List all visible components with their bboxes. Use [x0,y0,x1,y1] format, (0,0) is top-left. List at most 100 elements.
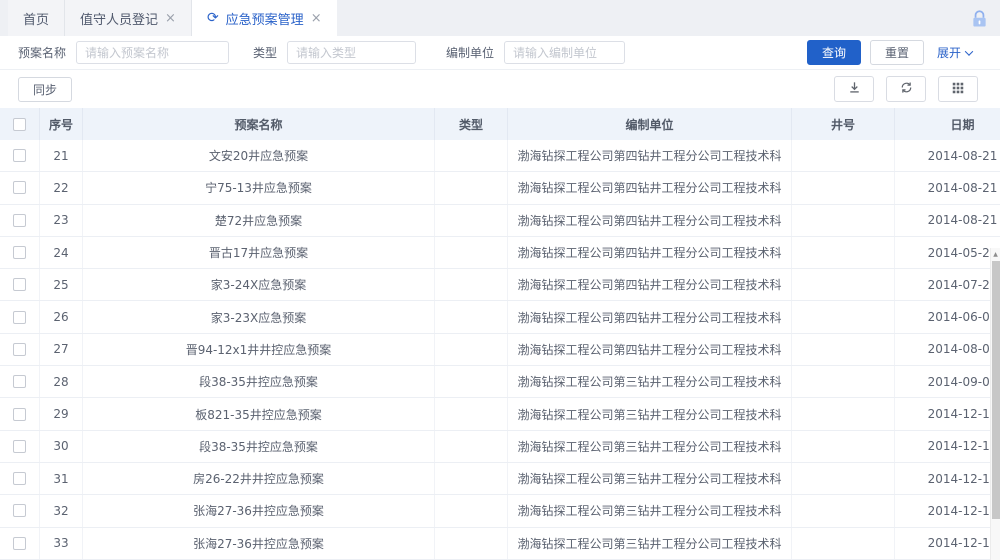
col-type: 类型 [435,108,508,140]
cell-type [435,398,508,429]
row-checkbox[interactable] [13,246,26,259]
filter-type: 类型 [253,41,416,64]
cell-plan-name: 晋古17井应急预案 [83,237,435,268]
table-body: 21文安20井应急预案渤海钻探工程公司第四钻井工程分公司工程技术科2014-08… [0,140,1000,560]
cell-type [435,301,508,332]
tab-emergency-plan-label: 应急预案管理 [226,9,304,28]
tab-bar: 首页 值守人员登记 × ⟳ 应急预案管理 × [0,0,1000,36]
table-row: 33张海27-36井控应急预案渤海钻探工程公司第三钻井工程分公司工程技术科201… [0,528,1000,560]
cell-no: 23 [40,205,83,236]
cell-plan-name: 房26-22井井控应急预案 [83,463,435,494]
vertical-scrollbar[interactable]: ▲ [990,248,1000,560]
plan-name-input[interactable] [76,41,229,64]
cell-type [435,528,508,559]
table-row: 26家3-23X应急预案渤海钻探工程公司第四钻井工程分公司工程技术科2014-0… [0,301,1000,333]
table-row: 30段38-35井控应急预案渤海钻探工程公司第三钻井工程分公司工程技术科2014… [0,431,1000,463]
row-checkbox-cell [0,237,40,268]
tab-duty-register[interactable]: 值守人员登记 × [65,0,192,36]
cell-no: 24 [40,237,83,268]
cell-plan-name: 宁75-13井应急预案 [83,172,435,203]
cell-unit: 渤海钻探工程公司第三钻井工程分公司工程技术科 [508,366,792,397]
cell-well [792,237,895,268]
cell-plan-name: 晋94-12x1井井控应急预案 [83,334,435,365]
cell-well [792,463,895,494]
table-row: 23楚72井应急预案渤海钻探工程公司第四钻井工程分公司工程技术科2014-08-… [0,205,1000,237]
reset-button[interactable]: 重置 [870,40,924,65]
cell-well [792,301,895,332]
cell-unit: 渤海钻探工程公司第四钻井工程分公司工程技术科 [508,140,792,171]
close-icon[interactable]: × [311,12,322,25]
cell-type [435,334,508,365]
grid-icon [951,80,965,99]
scroll-up-arrow[interactable]: ▲ [991,248,1000,260]
row-checkbox[interactable] [13,149,26,162]
cell-date: 2014-08-21 [895,140,1000,171]
row-checkbox-cell [0,528,40,559]
row-checkbox[interactable] [13,408,26,421]
row-checkbox-cell [0,205,40,236]
row-checkbox-cell [0,495,40,526]
table-container: 序号 预案名称 类型 编制单位 井号 日期 21文安20井应急预案渤海钻探工程公… [0,108,1000,560]
type-input[interactable] [287,41,416,64]
row-checkbox-cell [0,431,40,462]
filter-bar: 预案名称 类型 编制单位 查询 重置 展开 [0,36,1000,70]
cell-type [435,495,508,526]
unit-input[interactable] [504,41,625,64]
cell-no: 28 [40,366,83,397]
row-checkbox[interactable] [13,440,26,453]
close-icon[interactable]: × [165,12,176,25]
table-row: 21文安20井应急预案渤海钻探工程公司第四钻井工程分公司工程技术科2014-08… [0,140,1000,172]
row-checkbox[interactable] [13,311,26,324]
cell-well [792,528,895,559]
row-checkbox[interactable] [13,472,26,485]
cell-no: 30 [40,431,83,462]
refresh-button[interactable] [886,76,926,102]
cell-type [435,172,508,203]
cell-date: 2014-07-20 [895,269,1000,300]
cell-plan-name: 张海27-36井控应急预案 [83,528,435,559]
tab-emergency-plan-active[interactable]: ⟳ 应急预案管理 × [192,0,337,36]
cell-plan-name: 文安20井应急预案 [83,140,435,171]
filter-actions: 查询 重置 展开 [807,40,972,65]
cell-well [792,431,895,462]
search-button[interactable]: 查询 [807,40,861,65]
expand-link[interactable]: 展开 [937,44,972,61]
sync-button[interactable]: 同步 [18,77,72,102]
table-row: 22宁75-13井应急预案渤海钻探工程公司第四钻井工程分公司工程技术科2014-… [0,172,1000,204]
cell-unit: 渤海钻探工程公司第三钻井工程分公司工程技术科 [508,463,792,494]
col-no: 序号 [40,108,83,140]
select-all-checkbox[interactable] [13,118,26,131]
cell-no: 26 [40,301,83,332]
cell-no: 31 [40,463,83,494]
cell-plan-name: 家3-23X应急预案 [83,301,435,332]
scrollbar-thumb[interactable] [992,261,1000,519]
cell-date: 2014-08-01 [895,334,1000,365]
cell-plan-name: 家3-24X应急预案 [83,269,435,300]
cell-type [435,463,508,494]
lock-icon[interactable] [968,8,990,30]
row-checkbox[interactable] [13,214,26,227]
cell-no: 27 [40,334,83,365]
row-checkbox-cell [0,334,40,365]
refresh-tab-icon[interactable]: ⟳ [207,11,219,25]
table-row: 28段38-35井控应急预案渤海钻探工程公司第三钻井工程分公司工程技术科2014… [0,366,1000,398]
cell-type [435,366,508,397]
row-checkbox[interactable] [13,278,26,291]
refresh-icon [899,80,914,99]
row-checkbox[interactable] [13,504,26,517]
cell-well [792,495,895,526]
cell-type [435,269,508,300]
row-checkbox[interactable] [13,537,26,550]
cell-well [792,205,895,236]
row-checkbox[interactable] [13,343,26,356]
download-button[interactable] [834,76,874,102]
row-checkbox[interactable] [13,375,26,388]
cell-date: 2014-12-11 [895,398,1000,429]
col-well: 井号 [792,108,895,140]
chevron-down-icon [965,47,973,55]
table-toolbar: 同步 [0,70,1000,108]
filter-plan-name: 预案名称 [18,41,229,64]
tab-home[interactable]: 首页 [8,0,65,36]
row-checkbox[interactable] [13,181,26,194]
column-settings-button[interactable] [938,76,978,102]
